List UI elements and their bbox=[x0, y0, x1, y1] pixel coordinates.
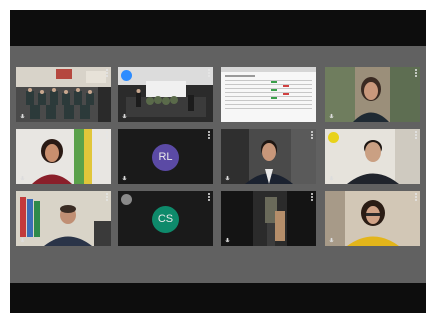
more-options-icon[interactable] bbox=[415, 131, 418, 139]
participant-tile-woman-room[interactable] bbox=[325, 67, 420, 122]
spotlight-icon bbox=[121, 70, 132, 81]
man-office-video bbox=[325, 129, 420, 184]
auditorium-video bbox=[16, 67, 111, 122]
participant-avatar-rl: RL bbox=[152, 144, 179, 171]
more-options-icon[interactable] bbox=[106, 69, 109, 77]
man-suit-video bbox=[221, 129, 316, 184]
raised-hand-icon bbox=[328, 132, 339, 143]
presenter-video bbox=[118, 67, 213, 122]
more-options-icon[interactable] bbox=[415, 193, 418, 201]
letterbox-bottom bbox=[10, 283, 426, 313]
more-options-icon[interactable] bbox=[106, 193, 109, 201]
more-options-icon[interactable] bbox=[208, 69, 211, 77]
microphone-icon bbox=[19, 237, 26, 244]
hallway-video bbox=[221, 191, 316, 246]
microphone-icon bbox=[121, 113, 128, 120]
microphone-icon bbox=[19, 113, 26, 120]
more-options-icon[interactable] bbox=[106, 131, 109, 139]
participant-tile-man-office[interactable] bbox=[325, 129, 420, 184]
more-options-icon[interactable] bbox=[311, 193, 314, 201]
woman-yellow-video bbox=[325, 191, 420, 246]
more-options-icon[interactable] bbox=[311, 131, 314, 139]
participant-tile-rl[interactable]: RL bbox=[118, 129, 213, 184]
shared-document bbox=[221, 67, 316, 122]
participant-tile-woman-flag[interactable] bbox=[16, 129, 111, 184]
microphone-icon bbox=[224, 175, 231, 182]
participant-tile-woman-yellow[interactable] bbox=[325, 191, 420, 246]
microphone-icon bbox=[328, 237, 335, 244]
more-options-icon[interactable] bbox=[415, 69, 418, 77]
participant-tile-hallway[interactable] bbox=[221, 191, 316, 246]
screen-share-tile[interactable] bbox=[221, 67, 316, 122]
participant-tile-auditorium[interactable] bbox=[16, 67, 111, 122]
microphone-icon bbox=[121, 175, 128, 182]
participant-tile-cs[interactable]: CS bbox=[118, 191, 213, 246]
video-gallery: RL CS bbox=[10, 46, 426, 283]
microphone-icon bbox=[328, 113, 335, 120]
woman-flag-video bbox=[16, 129, 111, 184]
man-flags-video bbox=[16, 191, 111, 246]
participant-tile-presenter[interactable] bbox=[118, 67, 213, 122]
more-options-icon[interactable] bbox=[208, 131, 211, 139]
woman-room-video bbox=[325, 67, 420, 122]
pinned-icon bbox=[121, 194, 132, 205]
microphone-icon bbox=[19, 175, 26, 182]
more-options-icon[interactable] bbox=[208, 193, 211, 201]
participant-tile-man-flags[interactable] bbox=[16, 191, 111, 246]
letterbox-top bbox=[10, 10, 426, 46]
participant-tile-man-suit[interactable] bbox=[221, 129, 316, 184]
microphone-icon bbox=[224, 237, 231, 244]
participant-avatar-cs: CS bbox=[152, 206, 179, 233]
microphone-icon bbox=[328, 175, 335, 182]
